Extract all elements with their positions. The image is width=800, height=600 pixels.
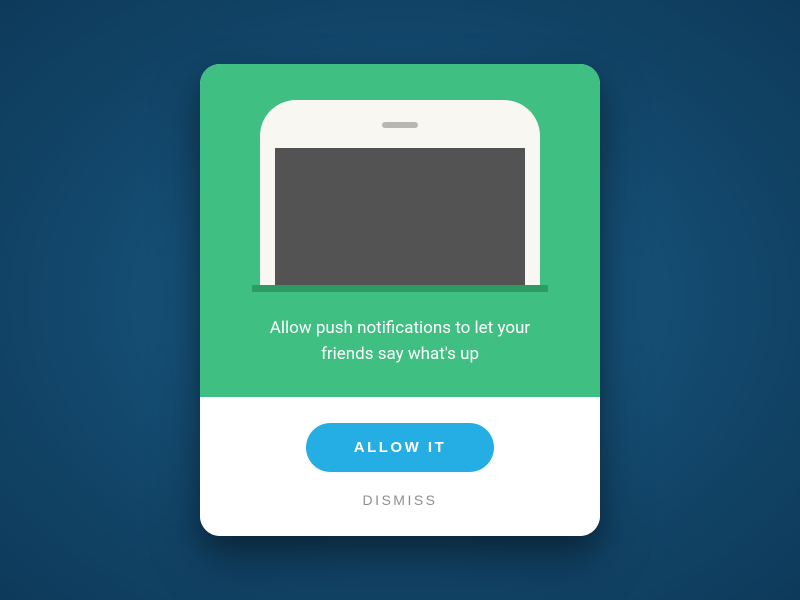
dismiss-button[interactable]: DISMISS [362, 492, 437, 508]
phone-screen-icon [275, 148, 525, 285]
modal-actions: ALLOW IT DISMISS [200, 397, 600, 536]
phone-shelf-icon [252, 285, 548, 292]
modal-hero: Allow push notifications to let your fri… [200, 64, 600, 397]
modal-message: Allow push notifications to let your fri… [250, 316, 550, 367]
push-permission-modal: Allow push notifications to let your fri… [200, 64, 600, 536]
phone-illustration [260, 100, 540, 292]
phone-speaker-icon [382, 122, 418, 128]
allow-button[interactable]: ALLOW IT [306, 423, 494, 472]
phone-icon [260, 100, 540, 285]
